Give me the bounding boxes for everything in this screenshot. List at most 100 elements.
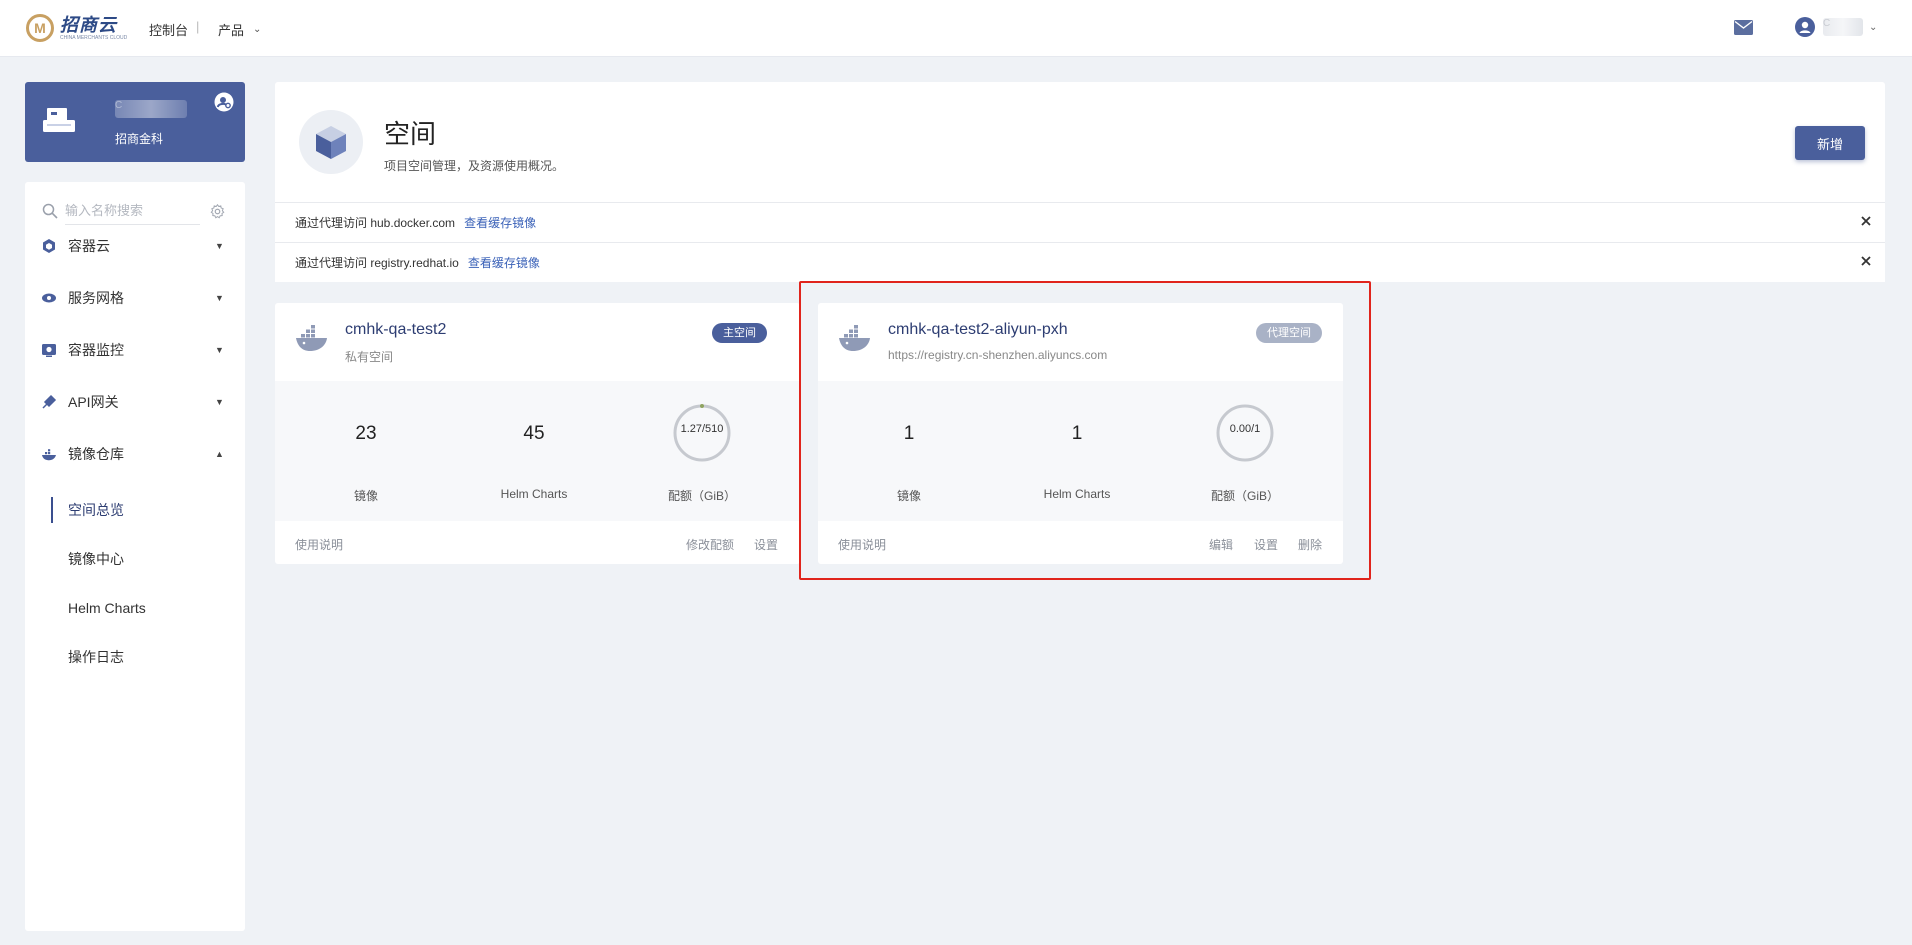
- sidebar-subitem-label: 空间总览: [68, 502, 124, 518]
- search-icon: [42, 203, 58, 219]
- mail-icon[interactable]: [1734, 20, 1753, 35]
- helm-chart-count: 1: [1071, 423, 1083, 444]
- usage-guide-link[interactable]: 使用说明: [838, 536, 886, 553]
- quota-value: 0.00/1: [1229, 423, 1261, 435]
- user-menu[interactable]: C ⌄: [1795, 17, 1877, 37]
- delete-link[interactable]: 删除: [1298, 536, 1322, 553]
- page-description: 项目空间管理，及资源使用概况。: [384, 159, 565, 173]
- stat-quota: 1.27/510 配额（GiB）: [627, 381, 777, 521]
- view-cache-link[interactable]: 查看缓存镜像: [468, 256, 540, 270]
- sidebar-item-label: API网关: [68, 394, 119, 410]
- notice-text: 通过代理访问 registry.redhat.io: [295, 256, 459, 270]
- container-cloud-icon: [43, 239, 55, 253]
- chevron-down-icon: ⌄: [253, 24, 262, 35]
- space-card[interactable]: cmhk-qa-test2 私有空间 主空间 23 镜像 45 Helm Cha…: [275, 303, 800, 564]
- sidebar-search-input[interactable]: [65, 197, 200, 225]
- sidebar-item-container-monitor[interactable]: 容器监控 ▼: [25, 332, 245, 368]
- space-card-footer: 使用说明 修改配额 设置: [275, 521, 800, 564]
- sidebar-item-label: 容器监控: [68, 342, 124, 358]
- image-count-label: 镜像: [353, 489, 378, 503]
- sidebar-search: [42, 196, 228, 226]
- logo-text: 招商云: [60, 14, 117, 35]
- user-avatar-icon: [1795, 17, 1815, 37]
- docker-icon: [839, 325, 870, 351]
- sidebar-item-service-mesh[interactable]: 服务网格 ▼: [25, 280, 245, 316]
- add-space-button[interactable]: 新增: [1795, 126, 1865, 160]
- usage-guide-link[interactable]: 使用说明: [295, 536, 343, 553]
- image-count: 1: [903, 423, 915, 444]
- stat-helm-charts: 1 Helm Charts: [1002, 381, 1152, 521]
- sidebar-subitem-helm-charts[interactable]: Helm Charts: [25, 590, 245, 626]
- org-card[interactable]: C 招商金科: [25, 82, 245, 162]
- sidebar-item-container-cloud[interactable]: 容器云 ▼: [25, 228, 245, 264]
- page-title: 空间: [384, 119, 437, 149]
- helm-chart-count: 45: [523, 423, 545, 444]
- notice-text: 通过代理访问 hub.docker.com: [295, 216, 456, 230]
- chevron-down-icon: ⌄: [1869, 21, 1878, 33]
- space-name[interactable]: cmhk-qa-test2-aliyun-pxh: [888, 321, 1068, 339]
- image-count-label: 镜像: [896, 489, 921, 503]
- edit-quota-link[interactable]: 修改配额: [686, 536, 734, 553]
- view-cache-link[interactable]: 查看缓存镜像: [464, 216, 536, 230]
- caret-down-icon: ▼: [215, 397, 224, 407]
- sidebar-subitem-operation-log[interactable]: 操作日志: [25, 639, 245, 675]
- stat-quota: 0.00/1 配额（GiB）: [1170, 381, 1320, 521]
- caret-up-icon: ▲: [215, 449, 224, 459]
- sidebar-subitem-label: Helm Charts: [68, 600, 146, 616]
- org-subtitle: 招商金科: [115, 132, 164, 146]
- sidebar-subitem-label: 操作日志: [68, 649, 124, 665]
- user-switch-icon[interactable]: [214, 92, 234, 112]
- proxy-notice: 通过代理访问 registry.redhat.io 查看缓存镜像: [275, 242, 1885, 282]
- caret-down-icon: ▼: [215, 293, 224, 303]
- space-name[interactable]: cmhk-qa-test2: [345, 321, 446, 339]
- proxy-space-badge: 代理空间: [1256, 323, 1322, 343]
- sidebar-item-label: 容器云: [68, 238, 110, 254]
- space-stats: 1 镜像 1 Helm Charts 0.00/1 配额（GiB）: [818, 381, 1343, 521]
- org-building-icon: [43, 108, 75, 132]
- stat-images: 23 镜像: [291, 381, 441, 521]
- gear-icon[interactable]: [210, 203, 225, 219]
- sidebar-item-image-registry[interactable]: 镜像仓库 ▲: [25, 436, 245, 472]
- stat-images: 1 镜像: [834, 381, 984, 521]
- space-registry-url: https://registry.cn-shenzhen.aliyuncs.co…: [888, 348, 1108, 362]
- space-card-footer: 使用说明 编辑 设置 删除: [818, 521, 1343, 564]
- quota-value: 1.27/510: [680, 423, 724, 435]
- sidebar-item-label: 镜像仓库: [68, 446, 124, 462]
- docker-icon: [296, 325, 327, 351]
- brand-logo[interactable]: M 招商云 CHINA MERCHANTS CLOUD: [26, 14, 127, 42]
- edit-link[interactable]: 编辑: [1209, 536, 1233, 553]
- api-gateway-icon: [42, 394, 57, 409]
- sidebar-subitem-image-center[interactable]: 镜像中心: [25, 541, 245, 577]
- nav-console-link[interactable]: 控制台: [149, 20, 188, 39]
- nav-product-menu[interactable]: 产品 ⌄: [218, 20, 261, 39]
- sidebar-subitem-space-overview[interactable]: 空间总览: [25, 492, 245, 528]
- sidebar-subitem-label: 镜像中心: [68, 551, 124, 567]
- image-count: 23: [355, 423, 377, 444]
- space-card[interactable]: cmhk-qa-test2-aliyun-pxh https://registr…: [818, 303, 1343, 564]
- space-stats: 23 镜像 45 Helm Charts 1.27/510 配额（GiB）: [275, 381, 800, 521]
- sidebar-item-api-gateway[interactable]: API网关 ▼: [25, 384, 245, 420]
- org-name: C: [115, 100, 187, 118]
- settings-link[interactable]: 设置: [754, 536, 778, 553]
- helm-chart-count-label: Helm Charts: [500, 487, 568, 501]
- close-icon[interactable]: [1858, 213, 1874, 229]
- quota-label: 配额（GiB）: [667, 489, 736, 503]
- nav-product-label: 产品: [218, 23, 245, 38]
- sidebar: 容器云 ▼ 服务网格 ▼ 容器监控 ▼ API网关 ▼ 镜像仓库: [25, 182, 245, 931]
- quota-indicator: [700, 404, 704, 408]
- nav-divider: |: [196, 19, 200, 34]
- logo-subtext: CHINA MERCHANTS CLOUD: [60, 34, 128, 41]
- settings-link[interactable]: 设置: [1254, 536, 1278, 553]
- sidebar-item-label: 服务网格: [68, 290, 124, 306]
- stat-helm-charts: 45 Helm Charts: [459, 381, 609, 521]
- caret-down-icon: ▼: [215, 345, 224, 355]
- quota-label: 配额（GiB）: [1210, 489, 1279, 503]
- user-name: C: [1823, 18, 1863, 36]
- container-monitor-icon: [42, 344, 56, 357]
- page-header: 空间 项目空间管理，及资源使用概况。 新增: [275, 82, 1885, 202]
- caret-down-icon: ▼: [215, 241, 224, 251]
- service-mesh-icon: [42, 293, 56, 303]
- proxy-notice: 通过代理访问 hub.docker.com 查看缓存镜像: [275, 202, 1885, 242]
- top-navbar: M 招商云 CHINA MERCHANTS CLOUD 控制台 | 产品 ⌄ C…: [0, 0, 1912, 57]
- close-icon[interactable]: [1858, 253, 1874, 269]
